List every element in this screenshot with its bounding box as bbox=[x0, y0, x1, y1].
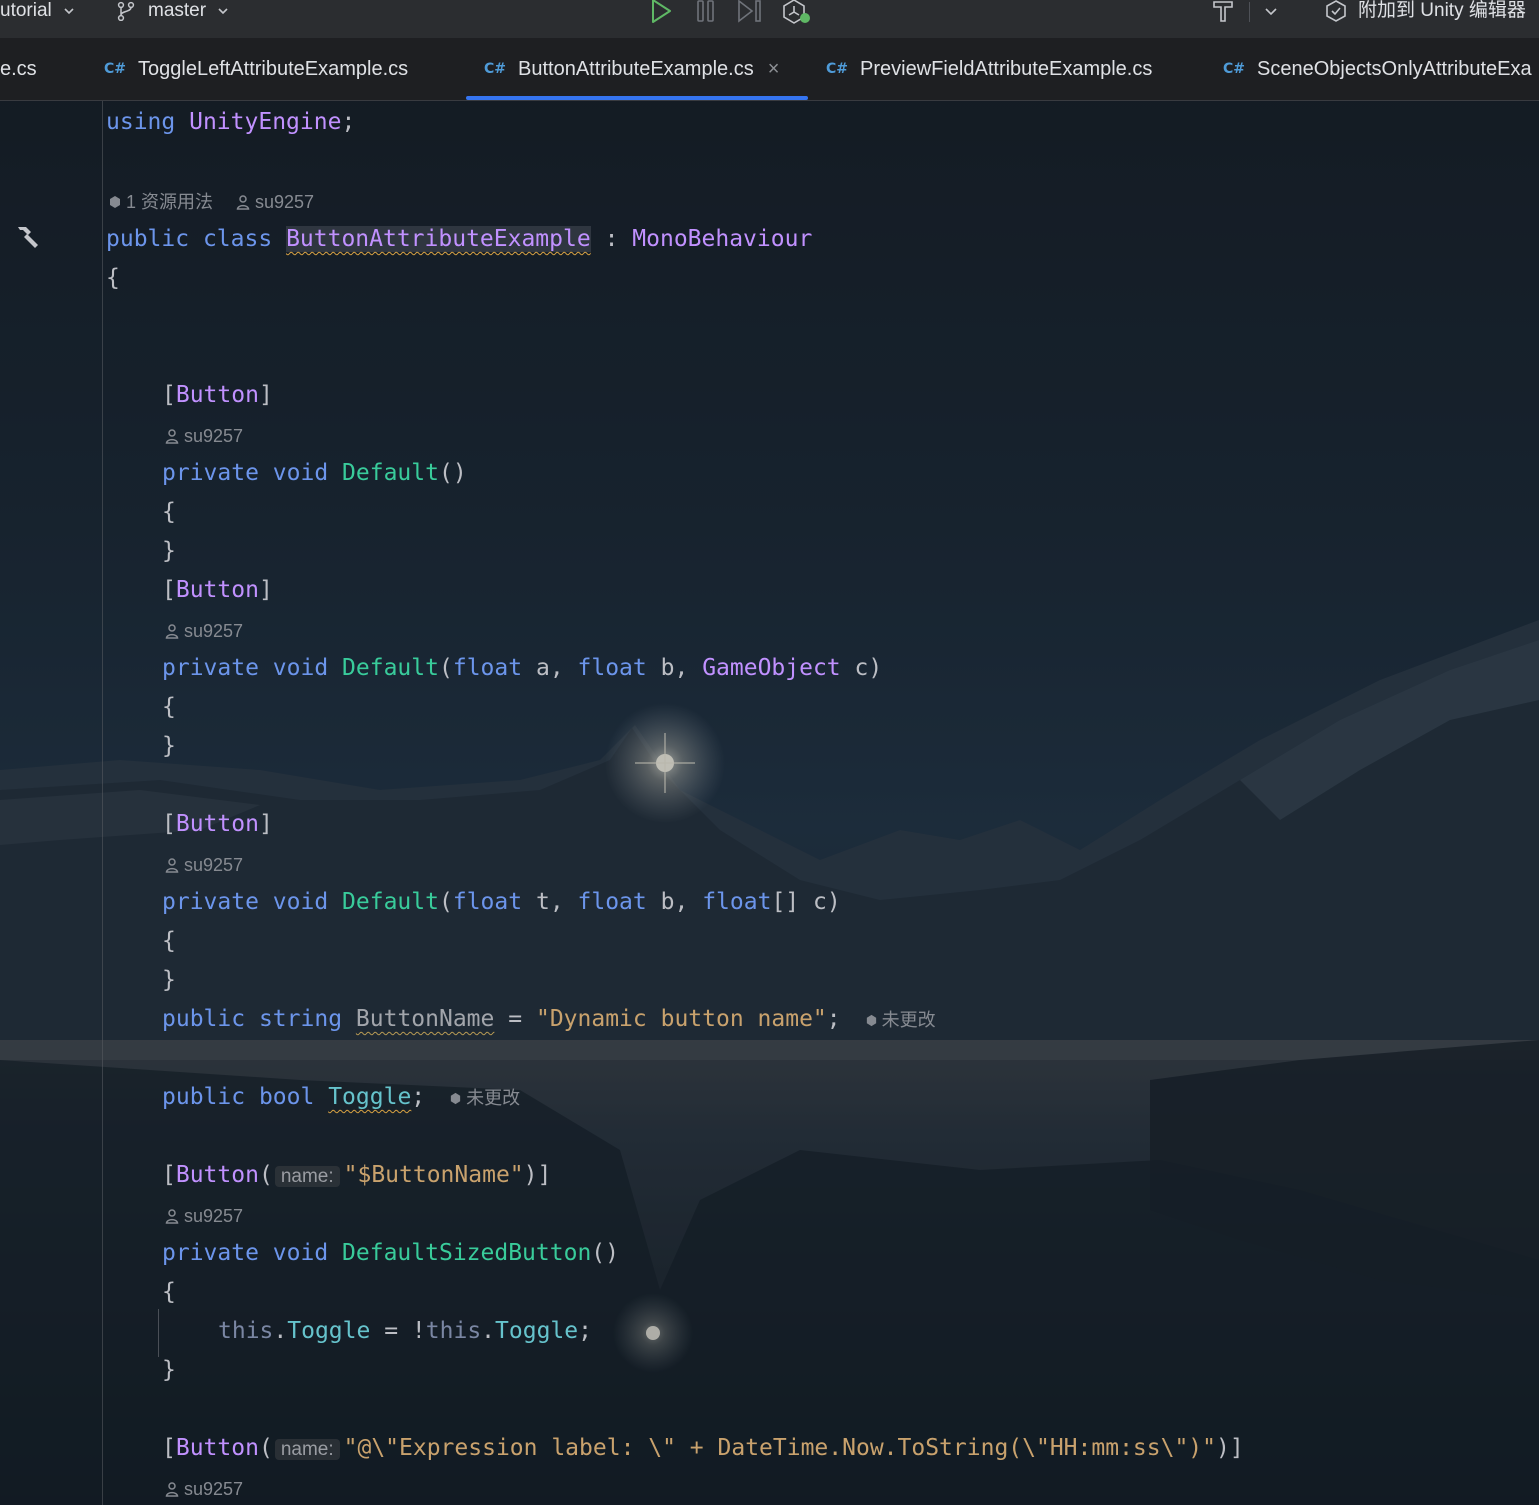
tab-label: ToggleLeftAttributeExample.cs bbox=[138, 57, 409, 80]
build-hammer-icon bbox=[1213, 1, 1233, 22]
tab-scene-objects-only-attribute-example[interactable]: C# SceneObjectsOnlyAttributeExa bbox=[1223, 38, 1532, 100]
author-icon bbox=[165, 1482, 179, 1497]
branch-selector[interactable]: master bbox=[116, 0, 230, 22]
code-line: } bbox=[162, 538, 176, 564]
csharp-file-icon: C# bbox=[104, 61, 127, 77]
code-line: public class ButtonAttributeExample : Mo… bbox=[106, 226, 813, 252]
code-line: [Button(name: "@\"Expression label: \" + … bbox=[162, 1435, 1244, 1461]
tab-label: ButtonAttributeExample.cs bbox=[518, 57, 754, 80]
code-line: private void Default(float a, float b, G… bbox=[162, 655, 883, 681]
tab-e-cs[interactable]: e.cs bbox=[0, 38, 37, 100]
field-button-name[interactable]: ButtonName bbox=[356, 1006, 494, 1032]
tab-label: e.cs bbox=[0, 57, 37, 80]
author-hint[interactable]: su9257 bbox=[164, 618, 243, 644]
usages-hint: 1 资源用法 bbox=[126, 192, 214, 212]
codelens-hint[interactable]: 1 资源用法 su9257 bbox=[108, 189, 314, 215]
pause-button[interactable] bbox=[694, 0, 718, 22]
project-label: utorial bbox=[0, 0, 52, 21]
editor-tab-bar: e.cs C# ToggleLeftAttributeExample.cs C#… bbox=[0, 38, 1539, 101]
code-line: { bbox=[162, 928, 176, 954]
tab-button-attribute-example[interactable]: C# ButtonAttributeExample.cs × bbox=[466, 38, 808, 100]
attach-unity-button[interactable]: 附加到 Unity 编辑器 bbox=[1324, 0, 1526, 22]
author-icon bbox=[165, 624, 179, 639]
author-hint[interactable]: su9257 bbox=[164, 1203, 243, 1229]
debug-unity-button[interactable] bbox=[780, 0, 812, 24]
unchanged-hint[interactable]: 未更改 bbox=[449, 1088, 520, 1108]
run-button[interactable] bbox=[648, 0, 674, 23]
parameter-name-hint: name: bbox=[274, 1166, 340, 1187]
author-icon bbox=[236, 195, 250, 210]
field-toggle[interactable]: Toggle bbox=[328, 1084, 411, 1110]
unity-asset-icon bbox=[451, 1092, 461, 1105]
code-line: [Button] bbox=[162, 577, 273, 603]
csharp-file-icon: C# bbox=[826, 61, 849, 77]
code-line: public bool Toggle; 未更改 bbox=[162, 1084, 521, 1110]
debug-unity-icon bbox=[783, 0, 810, 24]
code-line: private void Default(float t, float b, f… bbox=[162, 889, 841, 915]
code-line: { bbox=[162, 499, 176, 525]
build-options-dropdown[interactable] bbox=[1263, 0, 1279, 22]
indent-guide bbox=[158, 1309, 159, 1357]
code-line: [Button(name: "$ButtonName")] bbox=[162, 1162, 552, 1188]
author-icon bbox=[165, 429, 179, 444]
close-tab-icon[interactable]: × bbox=[768, 58, 780, 81]
unity-asset-icon bbox=[110, 196, 120, 208]
code-line: private void DefaultSizedButton() bbox=[162, 1240, 619, 1266]
author-hint[interactable]: su9257 bbox=[164, 852, 243, 878]
code-line: { bbox=[106, 265, 120, 291]
main-toolbar: utorial master 附加到 Unity 编辑器 bbox=[0, 0, 1539, 38]
code-line: [Button] bbox=[162, 382, 273, 408]
parameter-name-hint: name: bbox=[274, 1439, 340, 1460]
code-line: { bbox=[162, 1279, 176, 1305]
active-tab-indicator bbox=[466, 96, 808, 100]
branch-label: master bbox=[148, 0, 207, 21]
chevron-down-icon bbox=[1265, 8, 1277, 16]
author-hint[interactable]: su9257 bbox=[164, 423, 243, 449]
tab-preview-field-attribute-example[interactable]: C# PreviewFieldAttributeExample.cs bbox=[826, 38, 1152, 100]
toolbar-separator bbox=[1249, 2, 1250, 22]
code-line: } bbox=[162, 1357, 176, 1383]
step-icon bbox=[738, 0, 761, 23]
unity-asset-icon bbox=[866, 1014, 876, 1027]
code-line: using UnityEngine; bbox=[106, 109, 356, 135]
build-button[interactable] bbox=[1210, 0, 1236, 22]
unchanged-hint[interactable]: 未更改 bbox=[865, 1010, 936, 1030]
project-selector[interactable]: utorial bbox=[0, 0, 76, 22]
chevron-down-icon bbox=[64, 8, 74, 15]
hammer-icon[interactable] bbox=[12, 221, 42, 251]
author-hint[interactable]: su9257 bbox=[164, 1476, 243, 1502]
git-branch-icon bbox=[117, 1, 135, 21]
code-line: { bbox=[162, 694, 176, 720]
code-line: public string ButtonName = "Dynamic butt… bbox=[162, 1006, 936, 1032]
run-icon bbox=[652, 0, 671, 23]
code-editor[interactable]: using UnityEngine; 1 资源用法 su9257 public … bbox=[0, 101, 1539, 1505]
author-icon bbox=[165, 858, 179, 873]
code-line: this.Toggle = !this.Toggle; bbox=[218, 1318, 592, 1344]
pause-icon bbox=[697, 0, 714, 22]
code-line: [Button] bbox=[162, 811, 273, 837]
attach-unity-label: 附加到 Unity 编辑器 bbox=[1358, 0, 1526, 21]
attach-unity-icon bbox=[1326, 0, 1346, 22]
class-name[interactable]: ButtonAttributeExample bbox=[286, 226, 591, 252]
step-button[interactable] bbox=[736, 0, 764, 23]
tab-label: PreviewFieldAttributeExample.cs bbox=[860, 57, 1153, 80]
csharp-file-icon: C# bbox=[484, 61, 507, 77]
author-hint: su9257 bbox=[255, 192, 315, 212]
gutter-divider bbox=[102, 101, 103, 1505]
csharp-file-icon: C# bbox=[1223, 61, 1246, 77]
tab-toggle-left-attribute-example[interactable]: C# ToggleLeftAttributeExample.cs bbox=[104, 38, 408, 100]
chevron-down-icon bbox=[218, 8, 228, 15]
code-line: private void Default() bbox=[162, 460, 467, 486]
code-line: } bbox=[162, 733, 176, 759]
code-line: } bbox=[162, 967, 176, 993]
author-icon bbox=[165, 1209, 179, 1224]
tab-label: SceneObjectsOnlyAttributeExa bbox=[1257, 57, 1532, 80]
